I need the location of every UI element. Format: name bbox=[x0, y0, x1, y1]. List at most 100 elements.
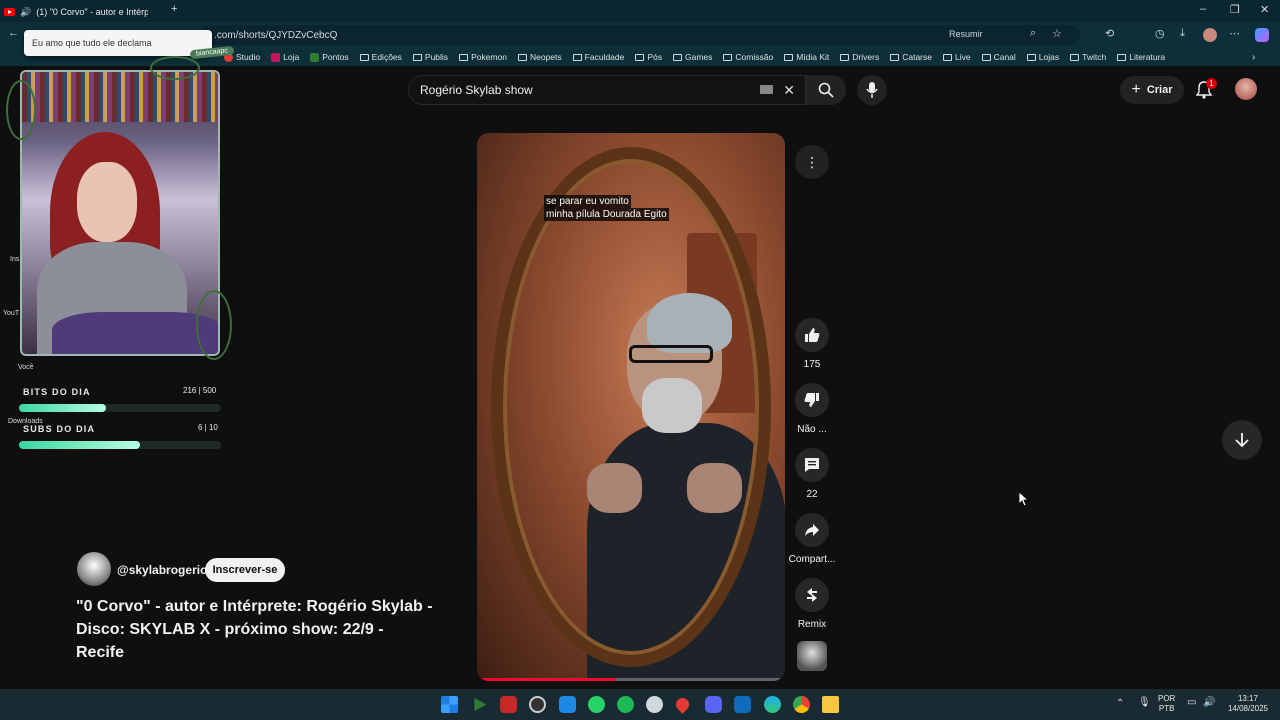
like-button[interactable] bbox=[795, 318, 829, 352]
bookmark-faculdade[interactable]: Faculdade bbox=[572, 52, 624, 62]
bookmark-literatura[interactable]: Literatura bbox=[1117, 52, 1165, 62]
remix-button[interactable] bbox=[795, 578, 829, 612]
close-window-icon[interactable]: ✕ bbox=[1260, 3, 1269, 16]
favorite-star-icon[interactable]: ☆ bbox=[1052, 27, 1062, 40]
volume-icon[interactable]: 🔊 bbox=[1203, 698, 1215, 708]
spotify-icon[interactable] bbox=[617, 696, 634, 713]
bookmark-lojas[interactable]: Lojas bbox=[1026, 52, 1059, 62]
bookmark-twitch[interactable]: Twitch bbox=[1070, 52, 1106, 62]
url-field[interactable]: .com/shorts/QJYDZvCebcQ bbox=[200, 25, 1080, 45]
bookmark-publis[interactable]: Publis bbox=[412, 52, 448, 62]
speaker-icon[interactable]: 🔊 bbox=[20, 7, 31, 18]
next-video-button[interactable] bbox=[1222, 420, 1262, 460]
channel-handle[interactable]: @skylabrogerio bbox=[117, 563, 207, 577]
bookmark-canal[interactable]: Canal bbox=[981, 52, 1016, 62]
bookmark-loja[interactable]: Loja bbox=[271, 52, 299, 62]
maximize-icon[interactable]: ❐ bbox=[1230, 3, 1240, 16]
network-icon[interactable]: ▭ bbox=[1187, 698, 1196, 708]
plus-icon: + bbox=[1131, 81, 1141, 98]
whatsapp-icon[interactable] bbox=[588, 696, 605, 713]
clear-search-icon[interactable]: ✕ bbox=[783, 82, 795, 99]
search-button[interactable] bbox=[806, 75, 846, 105]
stream-app-icon[interactable] bbox=[500, 696, 517, 713]
back-icon[interactable]: ← bbox=[8, 27, 19, 39]
video-progress-bar[interactable] bbox=[477, 678, 785, 681]
bookmark-live[interactable]: Live bbox=[942, 52, 971, 62]
bookshelf bbox=[22, 72, 218, 122]
file-explorer-icon[interactable] bbox=[822, 696, 839, 713]
dislike-action[interactable]: Não ... bbox=[784, 383, 840, 435]
bookmarks-more-chevron-icon[interactable]: › bbox=[1252, 52, 1255, 63]
edge-browser-icon[interactable] bbox=[764, 696, 781, 713]
video-title[interactable]: "0 Corvo" - autor e Intérprete: Rogério … bbox=[76, 595, 436, 664]
create-button[interactable]: + Criar bbox=[1120, 76, 1184, 104]
channel-avatar[interactable] bbox=[77, 552, 111, 586]
share-button[interactable] bbox=[795, 513, 829, 547]
bookmark-pokemon[interactable]: Pokemon bbox=[459, 52, 507, 62]
download-icon[interactable]: ⤓ bbox=[1180, 27, 1185, 40]
bookmark-drivers[interactable]: Drivers bbox=[840, 52, 879, 62]
share-action[interactable]: Compart... bbox=[784, 513, 840, 565]
vine-decoration bbox=[196, 290, 232, 360]
history-icon[interactable]: ◷ bbox=[1155, 27, 1165, 40]
notification-badge: 1 bbox=[1206, 78, 1217, 89]
obs-icon[interactable] bbox=[529, 696, 546, 713]
new-tab-icon[interactable]: + bbox=[171, 3, 177, 15]
like-count: 175 bbox=[803, 359, 821, 370]
zoom-icon[interactable]: ⌕ bbox=[1030, 27, 1036, 40]
like-action[interactable]: 175 bbox=[784, 318, 840, 370]
bookmark-comissao[interactable]: Comissão bbox=[723, 52, 773, 62]
chrome-icon[interactable] bbox=[793, 696, 810, 713]
remix-icon bbox=[807, 588, 817, 602]
more-options-button[interactable]: ⋮ bbox=[795, 145, 829, 179]
comments-action[interactable]: 22 bbox=[784, 448, 840, 500]
bookmark-games[interactable]: Games bbox=[673, 52, 712, 62]
bookmark-pos[interactable]: Pós bbox=[635, 52, 662, 62]
language-indicator[interactable]: POR PTB bbox=[1158, 694, 1175, 714]
shorts-video-player[interactable]: se parar eu vomito minha pílula Dourada … bbox=[477, 133, 785, 681]
search-input[interactable]: Rogério Skylab show ✕ bbox=[408, 75, 806, 105]
tray-mic-icon[interactable]: 🎙 bbox=[1138, 698, 1151, 708]
folder-icon bbox=[981, 53, 991, 61]
summarize-button[interactable]: Resumir bbox=[949, 29, 983, 39]
remix-label: Remix bbox=[797, 619, 827, 630]
bookmark-edicoes[interactable]: Edições bbox=[359, 52, 402, 62]
browser-tab[interactable]: 🔊 (1) "0 Corvo" - autor e Intérp bbox=[4, 2, 164, 22]
extensions-icon[interactable]: ⟲ bbox=[1105, 27, 1114, 40]
remix-action[interactable]: Remix bbox=[784, 578, 840, 630]
youtube-favicon-icon bbox=[4, 8, 15, 16]
keyboard-icon[interactable] bbox=[760, 85, 773, 94]
copilot-icon[interactable] bbox=[1255, 28, 1269, 42]
discord-icon[interactable] bbox=[705, 696, 722, 713]
share-arrow-icon bbox=[805, 524, 819, 536]
account-avatar[interactable] bbox=[1235, 78, 1257, 100]
subs-progress-fill bbox=[19, 441, 141, 449]
bookmark-neopets[interactable]: Neopets bbox=[517, 52, 562, 62]
profile-avatar-icon[interactable] bbox=[1203, 28, 1217, 42]
media-player-icon[interactable] bbox=[474, 697, 487, 712]
clock[interactable]: 13:17 14/08/2025 bbox=[1222, 694, 1274, 714]
notes-app-icon[interactable] bbox=[559, 696, 576, 713]
video-subtitles: se parar eu vomito minha pílula Dourada … bbox=[544, 195, 669, 221]
app-icon[interactable] bbox=[646, 696, 663, 713]
bookmark-catarse[interactable]: Catarse bbox=[890, 52, 932, 62]
folder-icon bbox=[412, 53, 422, 61]
voice-search-button[interactable] bbox=[857, 75, 887, 105]
outlook-icon[interactable] bbox=[734, 696, 751, 713]
bookmark-midia-kit[interactable]: Mídia Kit bbox=[784, 52, 829, 62]
bits-progress-bar bbox=[19, 404, 221, 412]
menu-dots-icon[interactable]: ⋯ bbox=[1229, 27, 1240, 40]
bookmark-pontos[interactable]: Pontos bbox=[310, 52, 349, 62]
tab-title: (1) "0 Corvo" - autor e Intérp bbox=[36, 7, 149, 17]
minimize-icon[interactable]: – bbox=[1200, 3, 1206, 15]
folder-icon bbox=[840, 53, 850, 61]
folder-icon bbox=[784, 53, 794, 61]
maps-pin-icon[interactable] bbox=[673, 695, 692, 714]
comments-button[interactable] bbox=[795, 448, 829, 482]
subscribe-button[interactable]: Inscrever-se bbox=[205, 558, 285, 582]
tray-chevron-up-icon[interactable]: ⌃ bbox=[1116, 699, 1124, 709]
sound-thumbnail[interactable] bbox=[797, 641, 827, 671]
windows-start-icon[interactable] bbox=[441, 696, 458, 713]
dislike-button[interactable] bbox=[795, 383, 829, 417]
subtitle-line-1: se parar eu vomito bbox=[544, 195, 631, 208]
